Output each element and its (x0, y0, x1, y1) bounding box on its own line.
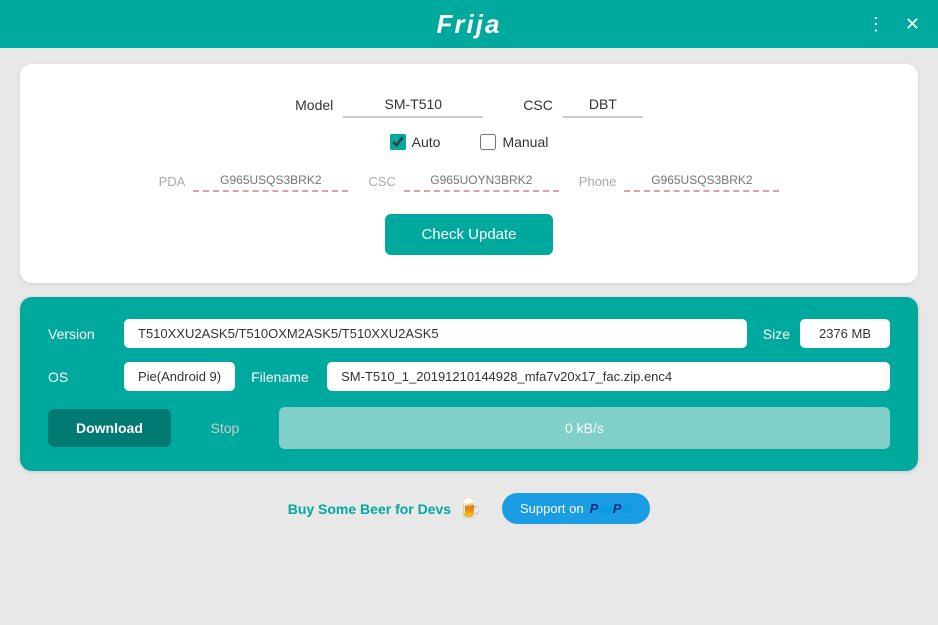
bottom-panel: Version T510XXU2ASK5/T510OXM2ASK5/T510XX… (20, 297, 918, 471)
os-value: Pie(Android 9) (124, 362, 235, 391)
check-update-row: Check Update (60, 214, 878, 255)
csc-fw-label: CSC (368, 174, 395, 189)
pda-group: PDA (159, 170, 349, 192)
size-group: Size 2376 MB (763, 319, 890, 348)
pda-input[interactable] (193, 170, 348, 192)
check-update-button[interactable]: Check Update (385, 214, 552, 255)
csc-label: CSC (523, 97, 553, 113)
size-label: Size (763, 326, 790, 342)
version-label: Version (48, 326, 108, 342)
phone-input[interactable] (624, 170, 779, 192)
phone-label: Phone (579, 174, 617, 189)
filename-value: SM-T510_1_20191210144928_mfa7v20x17_fac.… (327, 362, 890, 391)
window-controls: ⋮ ✕ (861, 10, 926, 39)
beer-text: Buy Some Beer for Devs (288, 501, 451, 517)
phone-group: Phone (579, 170, 780, 192)
top-panel: Model CSC Auto Manual PDA (20, 64, 918, 283)
model-csc-row: Model CSC (60, 92, 878, 118)
paypal-button[interactable]: Support on PayPal (502, 493, 650, 524)
beer-link[interactable]: Buy Some Beer for Devs 🍺 (288, 496, 482, 521)
csc-group: CSC (523, 92, 643, 118)
csc-fw-input[interactable] (404, 170, 559, 192)
paypal-logo: PayPal (590, 501, 633, 516)
os-row: OS Pie(Android 9) Filename SM-T510_1_201… (48, 362, 890, 391)
close-button[interactable]: ✕ (899, 10, 926, 39)
manual-label[interactable]: Manual (502, 134, 548, 150)
manual-checkbox[interactable] (480, 134, 496, 150)
size-value: 2376 MB (800, 319, 890, 348)
csc-input[interactable] (563, 92, 643, 118)
firmware-row: PDA CSC Phone (60, 170, 878, 192)
download-button[interactable]: Download (48, 409, 171, 447)
footer: Buy Some Beer for Devs 🍺 Support on PayP… (20, 485, 918, 530)
version-row: Version T510XXU2ASK5/T510OXM2ASK5/T510XX… (48, 319, 890, 348)
model-label: Model (295, 97, 333, 113)
progress-text: 0 kB/s (565, 420, 604, 436)
model-group: Model (295, 92, 483, 118)
progress-bar: 0 kB/s (279, 407, 890, 449)
version-value: T510XXU2ASK5/T510OXM2ASK5/T510XXU2ASK5 (124, 319, 747, 348)
filename-label: Filename (251, 369, 311, 385)
stop-button[interactable]: Stop (185, 409, 265, 447)
os-label: OS (48, 369, 108, 385)
main-content: Model CSC Auto Manual PDA (0, 48, 938, 625)
manual-group: Manual (480, 134, 548, 150)
auto-label[interactable]: Auto (412, 134, 441, 150)
auto-checkbox[interactable] (390, 134, 406, 150)
csc-fw-group: CSC (368, 170, 558, 192)
beer-icon: 🍺 (457, 496, 482, 521)
model-input[interactable] (343, 92, 483, 118)
support-text: Support on (520, 501, 584, 516)
more-button[interactable]: ⋮ (861, 10, 891, 39)
actions-row: Download Stop 0 kB/s (48, 407, 890, 449)
checkbox-row: Auto Manual (60, 134, 878, 150)
app-title: Frija (437, 9, 502, 40)
pda-label: PDA (159, 174, 186, 189)
auto-group: Auto (390, 134, 441, 150)
title-bar: Frija ⋮ ✕ (0, 0, 938, 48)
